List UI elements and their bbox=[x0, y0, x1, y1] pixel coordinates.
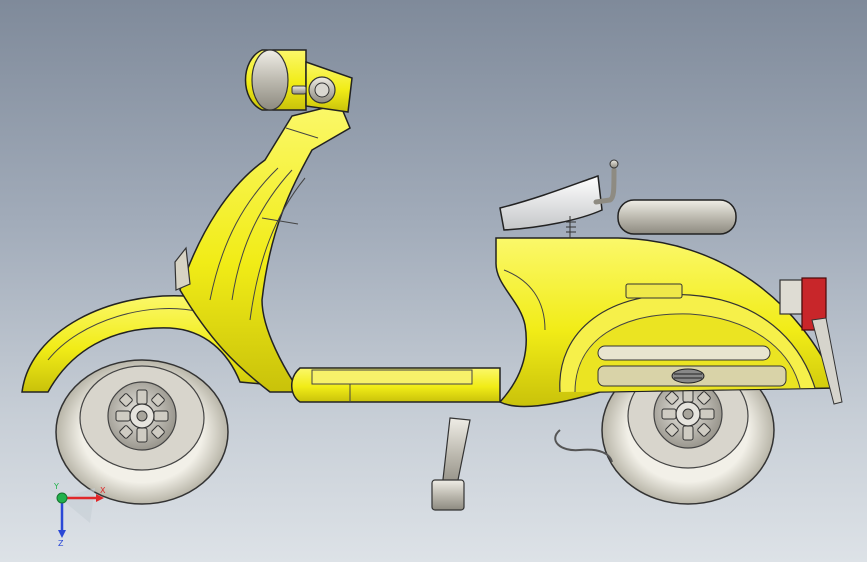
rear-compartment[interactable] bbox=[617, 199, 737, 235]
y-axis-dot bbox=[56, 492, 68, 504]
orientation-triad: X Y Z bbox=[53, 482, 106, 548]
headlight[interactable] bbox=[244, 49, 307, 111]
seat[interactable] bbox=[499, 174, 603, 238]
kickstand[interactable] bbox=[431, 417, 471, 511]
cad-viewport[interactable]: X Y Z bbox=[0, 0, 867, 562]
rear-badge[interactable] bbox=[625, 283, 683, 299]
floorboard[interactable] bbox=[291, 367, 501, 403]
x-axis-label: X bbox=[100, 486, 106, 495]
front-bracket[interactable] bbox=[174, 246, 191, 291]
z-axis-label: Z bbox=[58, 539, 64, 548]
y-axis-label: Y bbox=[53, 482, 59, 491]
side-vents[interactable] bbox=[597, 345, 787, 387]
steering-column[interactable] bbox=[179, 103, 351, 393]
scooter-model[interactable] bbox=[0, 0, 867, 562]
